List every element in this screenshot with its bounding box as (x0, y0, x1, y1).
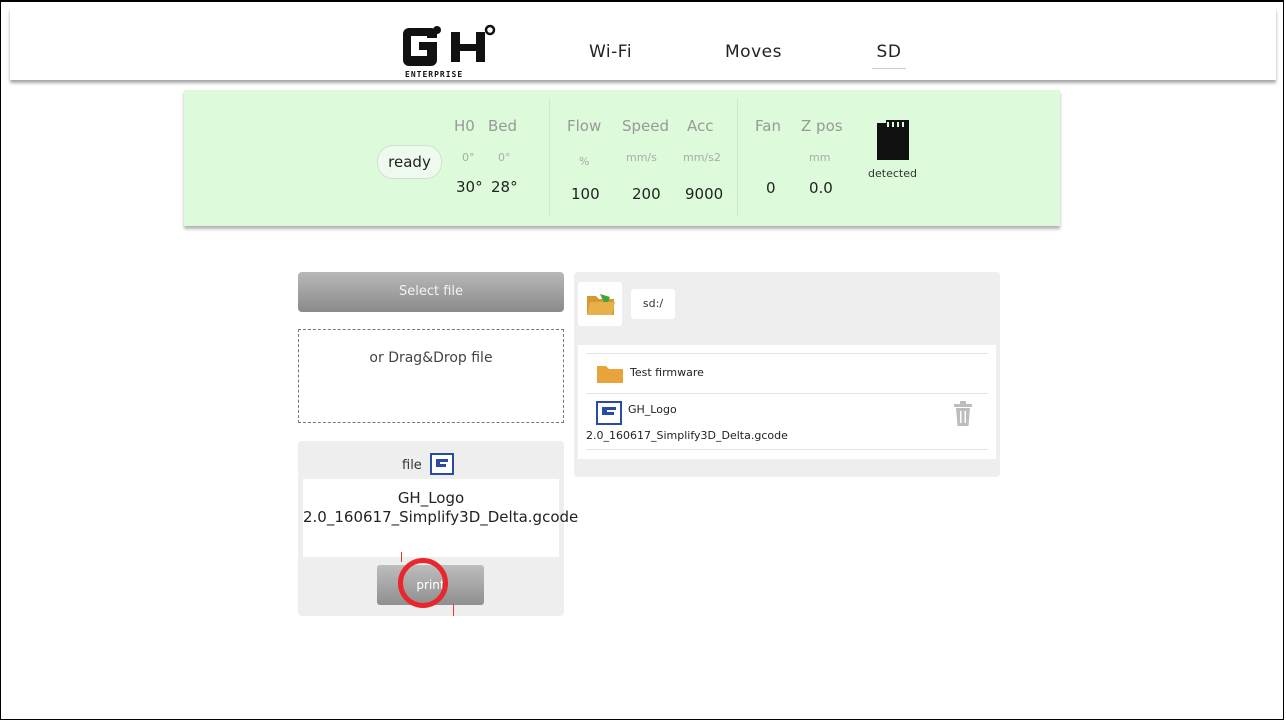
bed-label: Bed (488, 117, 518, 135)
gcode-file-icon (596, 401, 622, 425)
logo-subtext: ENTERPRISE (405, 70, 463, 79)
printer-state-badge: ready (377, 145, 442, 179)
sd-card-icon (877, 120, 909, 160)
sd-status: detected (868, 167, 917, 180)
file-name-line2: 2.0_160617_Simplify3D_Delta.gcode (586, 429, 788, 442)
flow-unit: % (579, 155, 590, 168)
drop-zone[interactable]: or Drag&Drop file (298, 329, 564, 423)
status-panel: ready H0 Bed 0° 0° 30° 28° Flow Speed Ac… (184, 90, 1060, 226)
flow-label: Flow (567, 117, 602, 135)
bed-value: 28° (491, 178, 518, 196)
file-list: Test firmware GH_Logo 2.0_160617_Simplif… (578, 345, 996, 459)
nav-moves[interactable]: Moves (725, 42, 782, 62)
nav-sd[interactable]: SD (872, 42, 906, 69)
h0-label: H0 (454, 117, 475, 135)
acc-label: Acc (687, 117, 714, 135)
acc-unit: mm/s2 (683, 151, 721, 164)
divider (737, 98, 738, 216)
divider (549, 98, 550, 216)
top-header: ENTERPRISE Wi-Fi Moves SD (10, 8, 1276, 80)
list-item-folder[interactable]: Test firmware (586, 353, 988, 394)
marker-tick (401, 552, 402, 562)
highlight-circle (398, 558, 448, 608)
zpos-unit: mm (809, 151, 831, 164)
trash-icon[interactable] (953, 401, 973, 427)
selected-file-panel: file GH_Logo 2.0_160617_Simplify3D_Delta… (298, 441, 578, 616)
select-file-button[interactable]: Select file (298, 272, 564, 312)
bed-target[interactable]: 0° (498, 151, 511, 164)
list-item-file[interactable]: GH_Logo 2.0_160617_Simplify3D_Delta.gcod… (586, 393, 988, 450)
drop-zone-label: or Drag&Drop file (369, 350, 493, 366)
current-path: sd:/ (631, 289, 675, 319)
acc-value[interactable]: 9000 (685, 185, 723, 203)
zpos-value: 0.0 (809, 179, 833, 197)
speed-value[interactable]: 200 (632, 185, 661, 203)
flow-value[interactable]: 100 (571, 185, 600, 203)
nav-wifi[interactable]: Wi-Fi (589, 42, 632, 62)
gh-logo: ENTERPRISE (403, 24, 496, 79)
sd-file-browser: sd:/ Test firmware GH_Logo 2.0_160617_Si… (574, 272, 1000, 477)
open-folder-button[interactable] (578, 282, 622, 326)
fan-label: Fan (755, 117, 781, 135)
fan-value[interactable]: 0 (766, 179, 776, 197)
gcode-file-icon (430, 453, 454, 475)
h0-value: 30° (456, 178, 483, 196)
speed-label: Speed (622, 117, 670, 135)
folder-open-icon (587, 294, 615, 315)
file-name-line1: GH_Logo (628, 403, 677, 416)
file-label: file (402, 458, 422, 473)
folder-name: Test firmware (630, 366, 704, 379)
marker-tick (453, 604, 454, 616)
folder-icon (597, 366, 623, 383)
selected-filename: GH_Logo 2.0_160617_Simplify3D_Delta.gcod… (303, 479, 578, 557)
speed-unit: mm/s (626, 151, 657, 164)
h0-target[interactable]: 0° (462, 151, 475, 164)
zpos-label: Z pos (801, 117, 843, 135)
